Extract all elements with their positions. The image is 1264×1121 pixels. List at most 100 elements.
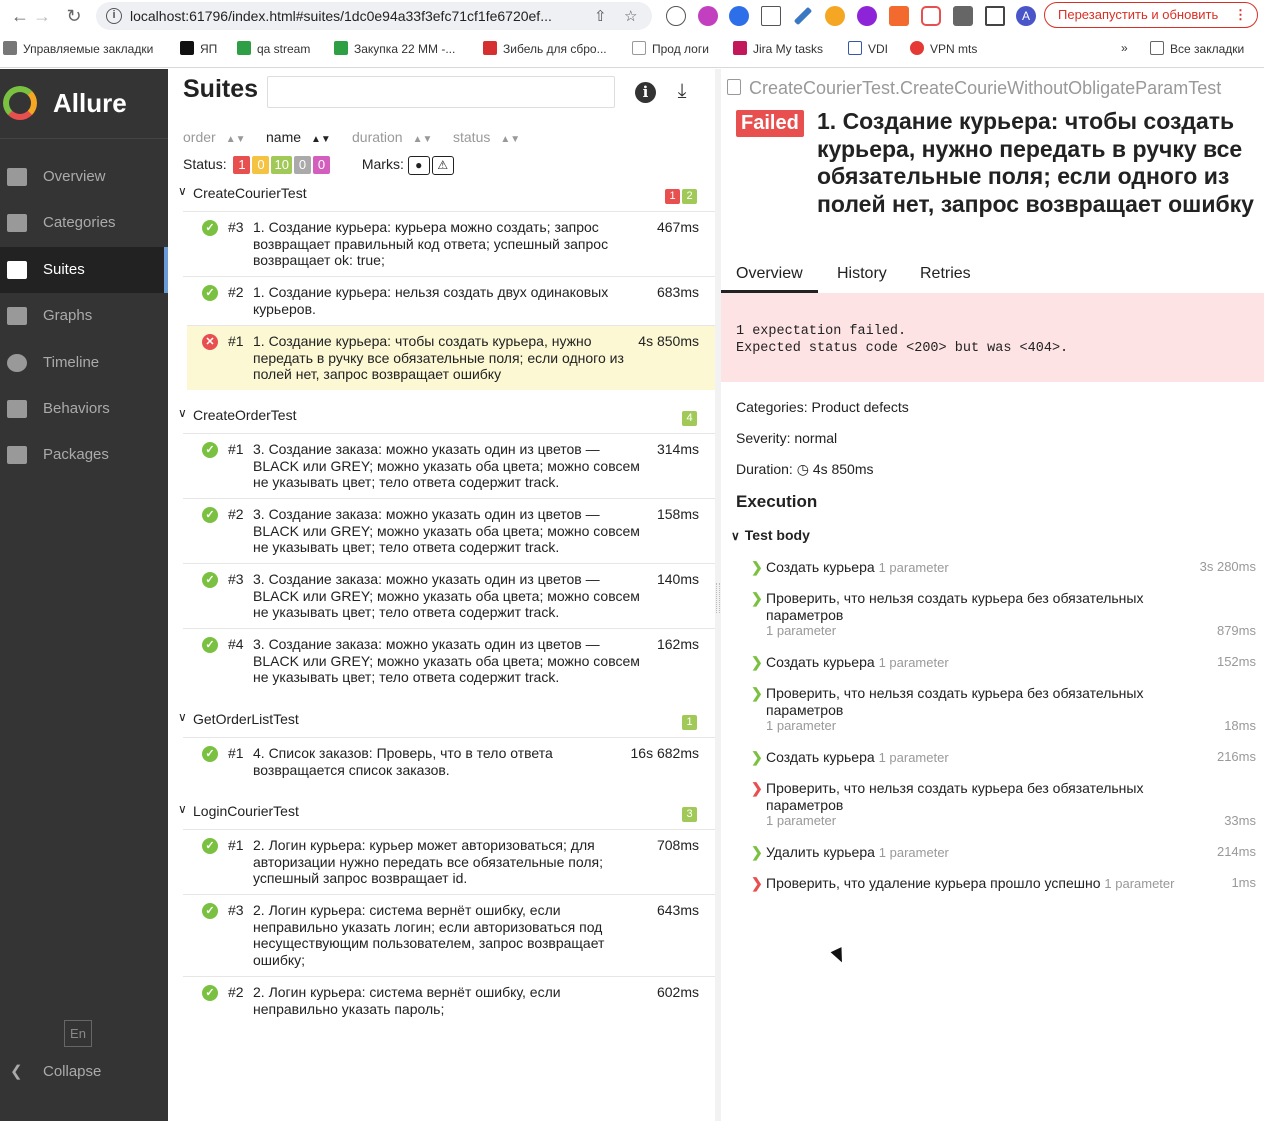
search-input[interactable] [267,76,615,108]
folder-icon [3,41,17,55]
test-full-name[interactable]: CreateCourierTest.CreateCourieWithoutObl… [727,78,1221,99]
more-bookmarks-button[interactable]: » [1121,41,1128,55]
step-row[interactable]: ❯ Проверить, что удаление курьера прошло… [751,875,1256,893]
site-info-icon[interactable]: i [106,8,122,24]
chevron-down-icon: ∨ [731,529,740,543]
sort-arrows-icon: ▲▼ [225,134,246,145]
relaunch-button[interactable]: Перезапустить и обновить ⋮ [1044,2,1258,28]
sidebar-item-categories[interactable]: Categories [0,200,168,246]
bookmark-item[interactable]: qa stream [237,41,310,56]
bookmark-item[interactable]: VDI [848,41,888,56]
sidebar-item-overview[interactable]: Overview [0,154,168,200]
qr-code-icon[interactable] [761,6,781,26]
share-icon[interactable]: ⇧ [594,7,607,25]
test-body-toggle[interactable]: ∨ Test body [731,527,810,543]
test-name: 2. Логин курьера: система вернёт ошибку,… [253,902,605,968]
count-badge: 2 [682,189,697,204]
copy-icon[interactable] [727,79,741,95]
sidebar-item-graphs[interactable]: Graphs [0,293,168,339]
test-row[interactable]: ✓ #2 1. Создание курьера: нельзя создать… [183,276,715,325]
bookmark-item[interactable]: Закупка 22 ММ -... [334,41,455,56]
extension-icon[interactable] [666,6,686,26]
status-count-unknown[interactable]: 0 [312,156,330,175]
status-count-skipped[interactable]: 0 [293,156,311,175]
reload-icon[interactable]: ↻ [62,4,86,28]
extension-icon[interactable] [825,6,845,26]
allure-logo[interactable]: Allure [0,69,168,139]
extension-icon[interactable] [857,6,877,26]
step-row[interactable]: ❯ Удалить курьера 1 parameter 214ms [751,844,1256,862]
test-duration: 602ms [656,984,699,1000]
bookmark-star-icon[interactable]: ☆ [624,7,637,25]
step-text: Создать курьера 1 parameter [766,749,1176,767]
sort-duration[interactable]: duration ▲▼ [352,129,432,145]
bookmark-item[interactable]: ЯП [180,41,217,56]
tab-overview[interactable]: Overview [721,265,818,293]
test-row[interactable]: ✓ #3 3. Создание заказа: можно указать о… [183,563,715,628]
sidebar-item-behaviors[interactable]: Behaviors [0,386,168,432]
tab-retries[interactable]: Retries [920,265,971,293]
test-row[interactable]: ✓ #1 4. Список заказов: Проверь, что в т… [183,737,715,786]
download-icon[interactable]: ⤓ [670,80,694,104]
test-row[interactable]: ✓ #3 1. Создание курьера: курьера можно … [183,211,715,276]
test-row-selected[interactable]: ✕ #1 1. Создание курьера: чтобы создать … [187,325,715,390]
bookmark-item[interactable]: Управляемые закладки [3,41,153,56]
bookmark-item[interactable]: Прод логи [632,41,709,56]
sidebar-item-packages[interactable]: Packages [0,432,168,478]
status-count-broken[interactable]: 0 [252,156,270,175]
extension-icon[interactable] [889,6,909,26]
step-param: 1 parameter [878,750,949,765]
step-row[interactable]: ❯ Создать курьера 1 parameter 3s 280ms [751,559,1256,577]
step-row[interactable]: ❯ Проверить, что нельзя создать курьера … [751,780,1256,830]
test-number: #1 [228,745,244,761]
test-row[interactable]: ✓ #2 2. Логин курьера: система вернёт ош… [183,976,715,1025]
status-badge: Failed [736,110,804,137]
status-count-failed[interactable]: 1 [233,156,251,175]
suite-group-header[interactable]: ∨ CreateOrderTest 4 [168,404,715,428]
warning-icon[interactable]: ⚠ [431,156,454,175]
pocket-icon[interactable] [921,6,941,26]
sort-status[interactable]: status ▲▼ [453,129,520,145]
bookmark-item[interactable]: Зибель для сбро... [483,41,607,56]
puzzle-icon[interactable] [953,6,973,26]
tab-history[interactable]: History [837,265,887,293]
pen-icon[interactable] [793,6,813,26]
test-row[interactable]: ✓ #1 3. Создание заказа: можно указать о… [183,433,715,498]
address-bar[interactable]: i localhost:61796/index.html#suites/1dc0… [96,2,652,30]
step-row[interactable]: ❯ Создать курьера 1 parameter 152ms [751,654,1256,672]
test-row[interactable]: ✓ #3 2. Логин курьера: система вернёт ош… [183,894,715,976]
error-message: 1 expectation failed. Expected status co… [721,293,1264,382]
sidepanel-icon[interactable] [985,6,1005,26]
bookmark-item[interactable]: Jira My tasks [733,41,823,56]
collapse-button[interactable]: ❮ Collapse [0,1059,168,1085]
step-param: 1 parameter [878,845,949,860]
flaky-bomb-icon[interactable]: ● [407,156,430,175]
extension-icon[interactable] [729,6,749,26]
bookmark-item[interactable]: VPN mts [910,41,977,56]
suite-group-header[interactable]: ∨ CreateCourierTest 12 [168,182,715,206]
sort-order[interactable]: order ▲▼ [183,129,245,145]
sidebar-item-suites[interactable]: Suites [0,247,168,293]
profile-avatar[interactable]: A [1016,6,1036,26]
step-row[interactable]: ❯ Проверить, что нельзя создать курьера … [751,685,1256,735]
back-arrow-icon[interactable]: ← [8,4,32,28]
test-row[interactable]: ✓ #1 2. Логин курьера: курьер может авто… [183,829,715,894]
test-row[interactable]: ✓ #4 3. Создание заказа: можно указать о… [183,628,715,693]
status-count-passed[interactable]: 10 [271,156,292,175]
address-url[interactable]: localhost:61796/index.html#suites/1dc0e9… [130,8,552,24]
all-bookmarks[interactable]: Все закладки [1150,41,1244,56]
info-icon[interactable]: i [635,82,656,103]
suite-name: GetOrderListTest [193,711,299,727]
marks-label: Marks: [361,156,404,173]
suite-group-header[interactable]: ∨ GetOrderListTest 1 [168,708,715,732]
sort-name[interactable]: name ▲▼ [266,129,331,145]
language-switch[interactable]: En [64,1020,92,1047]
forward-arrow-icon[interactable]: → [30,4,54,28]
suite-group-header[interactable]: ∨ LoginCourierTest 3 [168,800,715,824]
sidebar-item-timeline[interactable]: Timeline [0,340,168,386]
splitter-grip-icon[interactable] [716,583,720,613]
test-row[interactable]: ✓ #2 3. Создание заказа: можно указать о… [183,498,715,563]
step-row[interactable]: ❯ Создать курьера 1 parameter 216ms [751,749,1256,767]
step-row[interactable]: ❯ Проверить, что нельзя создать курьера … [751,590,1256,640]
extension-icon[interactable] [698,6,718,26]
